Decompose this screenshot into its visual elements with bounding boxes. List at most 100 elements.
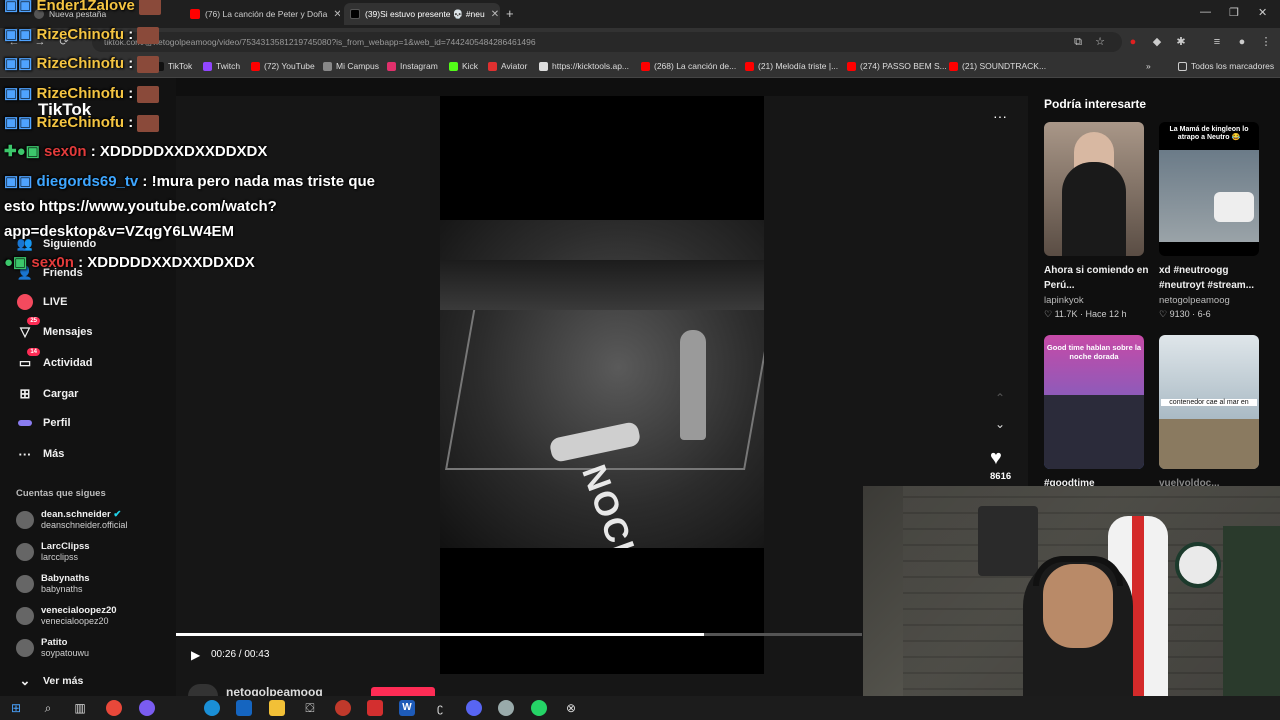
extension-record-icon[interactable]: ●: [1127, 36, 1139, 48]
following-title: Cuentas que sigues: [16, 488, 106, 499]
install-icon[interactable]: ⧉: [1072, 36, 1084, 48]
file-explorer-icon[interactable]: [269, 700, 285, 716]
recommend-thumbnail[interactable]: contenedor cae al mar en: [1159, 335, 1259, 469]
following-account[interactable]: venecialoopez20 venecialoopez20: [16, 605, 117, 626]
youtube-icon: [949, 61, 958, 71]
recommend-thumbnail[interactable]: Good time hablan sobre la noche dorada: [1044, 335, 1144, 469]
youtube-icon: [847, 61, 856, 71]
more-options-icon[interactable]: ···: [993, 108, 1007, 124]
app-icon[interactable]: ʗ: [432, 700, 448, 716]
author-avatar[interactable]: [188, 684, 218, 696]
avatar: [16, 606, 34, 625]
thumb-sea: [1159, 419, 1259, 469]
video-progress-bar[interactable]: [176, 633, 862, 636]
bookmark-item[interactable]: (274) PASSO BEM S...: [847, 61, 947, 71]
following-account[interactable]: Patito soypatouwu: [16, 637, 89, 658]
new-tab-button[interactable]: +: [506, 6, 514, 21]
bookmark-item[interactable]: Twitch: [203, 61, 240, 71]
emote-icon: [137, 114, 160, 132]
search-icon[interactable]: ⌕: [40, 700, 56, 716]
following-account[interactable]: Babynaths babynaths: [16, 573, 90, 594]
close-tab-icon[interactable]: ✕: [485, 9, 499, 20]
recommend-item-author[interactable]: lapinkyok: [1044, 295, 1084, 306]
tab-youtube[interactable]: (76) La canción de Peter y Doña ✕: [184, 3, 340, 25]
twitch-icon: [203, 61, 212, 71]
chat-message: ▣▣ diegords69_tv : !mura pero nada mas t…: [4, 173, 375, 190]
play-icon[interactable]: ▶: [191, 648, 205, 662]
nav-activity[interactable]: ▭ 14 Actividad: [16, 348, 93, 372]
discord-icon[interactable]: [466, 700, 482, 716]
heart-outline-icon: ♡: [1159, 309, 1168, 319]
bookmark-item[interactable]: https://kicktools.ap...: [539, 61, 629, 71]
nav-messages[interactable]: ▽ 25 Mensajes: [16, 317, 93, 341]
app-icon[interactable]: ⛋: [302, 700, 318, 716]
video-frame[interactable]: NOCHE: [440, 220, 764, 548]
app-icon[interactable]: ⊗: [563, 700, 579, 716]
recommend-item-meta: ♡ 9130 · 6-6: [1159, 309, 1211, 319]
obs-icon[interactable]: [335, 700, 351, 716]
bookmark-star-icon[interactable]: ☆: [1094, 36, 1106, 48]
following-account[interactable]: LarcClipss larcclipss: [16, 541, 90, 562]
nav-profile[interactable]: Perfil: [16, 414, 71, 432]
youtube-icon: [641, 61, 650, 71]
thumb-overlay-text: La Mamá de kingleon lo atrapo a Neutro 😂: [1169, 126, 1249, 141]
streaming-app-icon[interactable]: [367, 700, 383, 716]
app-icon[interactable]: [498, 700, 514, 716]
following-account[interactable]: dean.schneider ✔ deanschneider.official: [16, 509, 127, 530]
see-more-button[interactable]: ⌄ Ver más: [16, 672, 84, 690]
aviator-icon: [488, 61, 497, 71]
bookmark-item[interactable]: Mi Campus: [323, 61, 379, 71]
chrome-icon[interactable]: [106, 700, 122, 716]
close-window-icon[interactable]: ✕: [1258, 6, 1267, 19]
profile-icon[interactable]: ●: [1236, 36, 1248, 48]
bookmark-item[interactable]: Instagram: [387, 61, 438, 71]
extension-icon[interactable]: ◆: [1151, 36, 1163, 48]
extensions-puzzle-icon[interactable]: ✱: [1175, 36, 1187, 48]
tab-tiktok[interactable]: (39)Si estuvo presente 💀 #neu ✕: [344, 3, 500, 25]
word-icon[interactable]: W: [399, 700, 415, 716]
follow-button[interactable]: [371, 687, 435, 696]
media-control-icon[interactable]: ≡: [1211, 36, 1223, 48]
recommend-thumbnail[interactable]: [1044, 122, 1144, 256]
recommend-item-author[interactable]: netogolpeamoog: [1159, 295, 1230, 306]
edge-icon[interactable]: [204, 700, 220, 716]
emote-icon: [137, 55, 160, 73]
more-bookmarks-icon[interactable]: »: [1146, 61, 1151, 71]
outlook-icon[interactable]: [236, 700, 252, 716]
close-tab-icon[interactable]: ✕: [327, 9, 340, 20]
globe-icon: [323, 61, 332, 71]
live-icon: [16, 293, 34, 311]
url-input[interactable]: tiktok.com/@netogolpeamoog/video/7534313…: [92, 32, 1122, 52]
next-video-icon[interactable]: ⌄: [995, 417, 1005, 431]
bookmark-item[interactable]: TikTok: [155, 61, 192, 71]
whatsapp-icon[interactable]: [531, 700, 547, 716]
bookmark-item[interactable]: Kick: [449, 61, 478, 71]
badge-icon: ▣▣: [4, 85, 33, 102]
headphones: [1033, 556, 1123, 586]
restore-icon[interactable]: ❐: [1229, 6, 1239, 19]
like-heart-icon[interactable]: ♥: [990, 447, 1002, 470]
bookmark-item[interactable]: (72) YouTube: [251, 61, 315, 71]
nav-more[interactable]: ··· Más: [16, 445, 65, 463]
recommend-item-title[interactable]: xd #neutroogg #neutroyt #stream...: [1159, 263, 1269, 293]
all-bookmarks[interactable]: Todos los marcadores: [1178, 61, 1274, 71]
previous-video-icon[interactable]: ⌃: [995, 391, 1005, 405]
recommend-item-title[interactable]: Ahora si comiendo en Perú...: [1044, 263, 1154, 293]
recommend-thumbnail[interactable]: La Mamá de kingleon lo atrapo a Neutro 😂: [1159, 122, 1259, 256]
heart-outline-icon: ♡: [1044, 309, 1053, 319]
nav-upload[interactable]: ⊞ Cargar: [16, 385, 79, 403]
nav-live[interactable]: LIVE: [16, 293, 67, 311]
chat-message: ▣▣ RizeChinofu :: [4, 113, 160, 132]
task-view-icon[interactable]: ▥: [72, 700, 88, 716]
bookmark-item[interactable]: (268) La canción de...: [641, 61, 736, 71]
bookmark-item[interactable]: (21) SOUNDTRACK...: [949, 61, 1046, 71]
bookmark-item[interactable]: Aviator: [488, 61, 527, 71]
windows-start-icon[interactable]: ⊞: [8, 700, 24, 716]
copilot-icon[interactable]: [139, 700, 155, 716]
menu-kebab-icon[interactable]: ⋮: [1260, 36, 1272, 48]
author-name[interactable]: netogolpeamoog: [226, 685, 323, 696]
tiktok-sidebar: TikTok 👥 Siguiendo 👤 Friends LIVE ▽ 25 Mensa…: [0, 78, 176, 698]
minimize-icon[interactable]: —: [1200, 6, 1211, 18]
bookmark-item[interactable]: (21) Melodía triste |...: [745, 61, 838, 71]
wall-poster: [978, 506, 1038, 576]
